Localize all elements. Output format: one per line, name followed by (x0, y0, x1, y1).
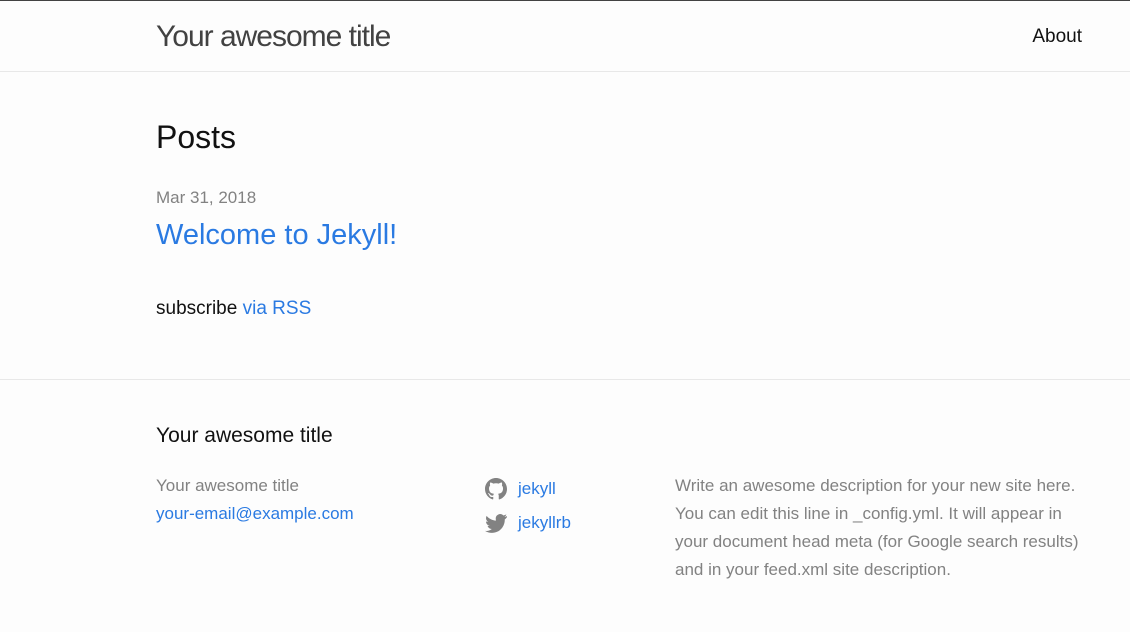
post-date: Mar 31, 2018 (156, 188, 257, 207)
social-item-twitter: jekyllrb (485, 506, 571, 540)
site-header: Your awesome title About (0, 0, 1130, 72)
footer-heading: Your awesome title (156, 424, 333, 447)
nav-link-about[interactable]: About (1032, 25, 1082, 49)
footer-site-name: Your awesome title (156, 476, 300, 495)
site-footer: Your awesome title Your awesome title yo… (0, 379, 1130, 632)
site-title-link[interactable]: Your awesome title (156, 18, 391, 56)
rss-prefix: subscribe (156, 298, 238, 319)
twitter-username-link[interactable]: jekyllrb (518, 509, 571, 537)
rss-subscribe: subscribe via RSS (156, 297, 311, 321)
twitter-icon[interactable] (485, 512, 507, 534)
social-item-github: jekyll (485, 472, 571, 506)
github-username-link[interactable]: jekyll (518, 475, 556, 503)
footer-contact-column: Your awesome title your-email@example.co… (156, 472, 354, 528)
github-icon[interactable] (485, 478, 507, 500)
rss-link[interactable]: via RSS (243, 298, 312, 319)
footer-description: Write an awesome description for your ne… (675, 476, 1079, 579)
footer-social-column: jekyll jekyllrb (485, 472, 571, 540)
footer-email-link[interactable]: your-email@example.com (156, 500, 354, 528)
page-heading: Posts (156, 119, 237, 155)
post-title-link[interactable]: Welcome to Jekyll! (156, 216, 397, 254)
